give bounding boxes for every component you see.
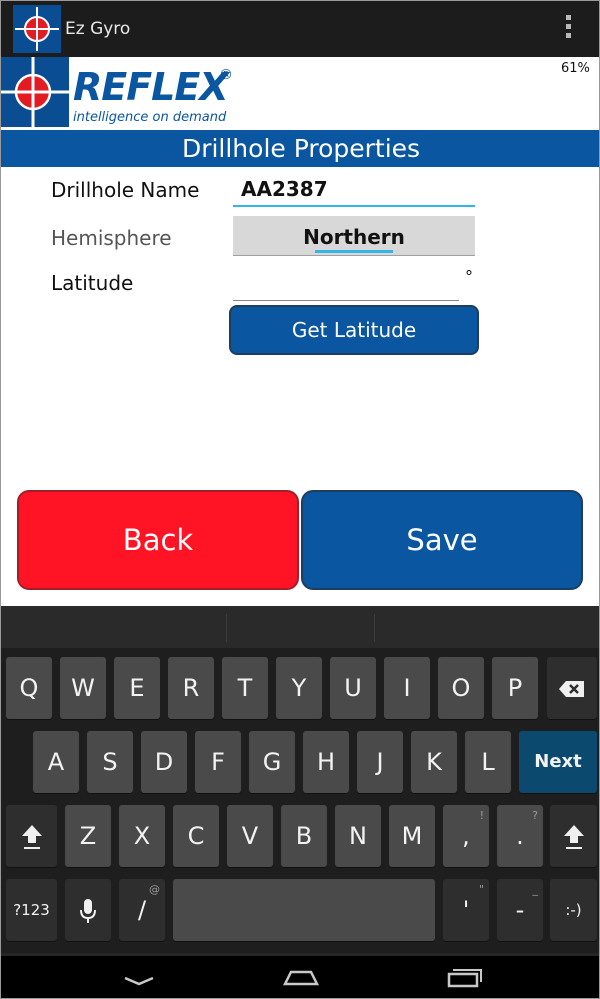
navigation-bar xyxy=(1,956,599,998)
nav-recent-icon[interactable] xyxy=(445,964,485,990)
hemisphere-value: Northern xyxy=(303,225,405,249)
mic-icon xyxy=(80,899,96,923)
dash-alt-label: _ xyxy=(532,883,539,896)
key-q[interactable]: Q xyxy=(6,657,52,719)
key-i[interactable]: I xyxy=(384,657,430,719)
action-bar: Ez Gyro xyxy=(1,1,599,57)
shift-icon xyxy=(563,825,584,849)
key-y[interactable]: Y xyxy=(276,657,322,719)
apostrophe-label: ' xyxy=(462,896,470,924)
next-key[interactable]: Next xyxy=(519,731,597,793)
key-u[interactable]: U xyxy=(330,657,376,719)
slash-alt-label: @ xyxy=(149,883,160,896)
period-label: . xyxy=(516,822,524,850)
battery-level: 61% xyxy=(561,61,590,76)
key-d[interactable]: D xyxy=(141,731,187,793)
space-bar[interactable] xyxy=(173,879,435,941)
key-c[interactable]: C xyxy=(173,805,219,867)
overflow-menu-icon[interactable] xyxy=(561,15,575,43)
key-a[interactable]: A xyxy=(33,731,79,793)
symbols-key[interactable]: ?123 xyxy=(6,879,57,941)
comma-label: , xyxy=(462,822,470,850)
app-title: Ez Gyro xyxy=(65,19,131,39)
shift-key-right[interactable] xyxy=(550,805,597,867)
get-latitude-button[interactable]: Get Latitude xyxy=(229,305,479,355)
key-n[interactable]: N xyxy=(335,805,381,867)
hemisphere-selector[interactable]: Northern xyxy=(233,216,475,256)
key-comma[interactable]: , ! xyxy=(443,805,489,867)
key-l[interactable]: L xyxy=(465,731,511,793)
key-dash[interactable]: - _ xyxy=(497,879,543,941)
key-x[interactable]: X xyxy=(119,805,165,867)
key-z[interactable]: Z xyxy=(65,805,111,867)
key-v[interactable]: V xyxy=(227,805,273,867)
brand-header: REFLEX ® intelligence on demand xyxy=(1,57,599,129)
key-r[interactable]: R xyxy=(168,657,214,719)
period-alt-label: ? xyxy=(532,809,538,822)
nav-home-icon[interactable] xyxy=(281,964,321,990)
soft-keyboard: Q W E R T Y U I O P A S D F G H J K L Ne… xyxy=(1,606,599,998)
backspace-key[interactable] xyxy=(547,657,597,719)
back-button[interactable]: Back xyxy=(17,490,299,590)
brand-name: REFLEX xyxy=(73,65,229,109)
keyboard-keys: Q W E R T Y U I O P A S D F G H J K L Ne… xyxy=(1,648,599,953)
suggestion-strip xyxy=(1,606,599,648)
shift-icon xyxy=(21,825,42,849)
key-slash[interactable]: / @ xyxy=(119,879,165,941)
brand-tagline: intelligence on demand xyxy=(73,110,227,125)
key-w[interactable]: W xyxy=(60,657,106,719)
key-j[interactable]: J xyxy=(357,731,403,793)
nav-back-icon[interactable] xyxy=(121,964,157,988)
drillhole-name-label: Drillhole Name xyxy=(51,178,200,202)
registered-mark: ® xyxy=(219,67,233,83)
slash-label: / xyxy=(137,896,147,924)
key-m[interactable]: M xyxy=(389,805,435,867)
key-k[interactable]: K xyxy=(411,731,457,793)
reflex-logo-icon xyxy=(1,57,69,127)
page-title: Drillhole Properties xyxy=(1,130,599,167)
save-button[interactable]: Save xyxy=(301,490,583,590)
backspace-icon xyxy=(559,681,584,697)
apostrophe-alt-label: " xyxy=(478,883,484,896)
key-period[interactable]: . ? xyxy=(497,805,543,867)
smiley-key[interactable]: :-) xyxy=(550,879,597,941)
key-g[interactable]: G xyxy=(249,731,295,793)
key-s[interactable]: S xyxy=(87,731,133,793)
shift-key-left[interactable] xyxy=(6,805,57,867)
app-logo-icon xyxy=(13,5,61,53)
hemisphere-focus-indicator xyxy=(315,250,393,253)
app-window: Ez Gyro REFLEX ® intelligence on demand … xyxy=(0,0,600,999)
key-f[interactable]: F xyxy=(195,731,241,793)
key-apostrophe[interactable]: ' " xyxy=(443,879,489,941)
latitude-input[interactable] xyxy=(233,267,459,301)
latitude-label: Latitude xyxy=(51,271,134,295)
key-o[interactable]: O xyxy=(438,657,484,719)
key-t[interactable]: T xyxy=(222,657,268,719)
key-h[interactable]: H xyxy=(303,731,349,793)
key-b[interactable]: B xyxy=(281,805,327,867)
key-e[interactable]: E xyxy=(114,657,160,719)
key-p[interactable]: P xyxy=(492,657,538,719)
comma-alt-label: ! xyxy=(479,809,484,822)
degree-symbol: ° xyxy=(465,267,473,286)
drillhole-name-input[interactable] xyxy=(233,173,475,207)
hemisphere-label: Hemisphere xyxy=(51,226,172,250)
dash-label: - xyxy=(515,896,525,924)
mic-key[interactable] xyxy=(65,879,111,941)
